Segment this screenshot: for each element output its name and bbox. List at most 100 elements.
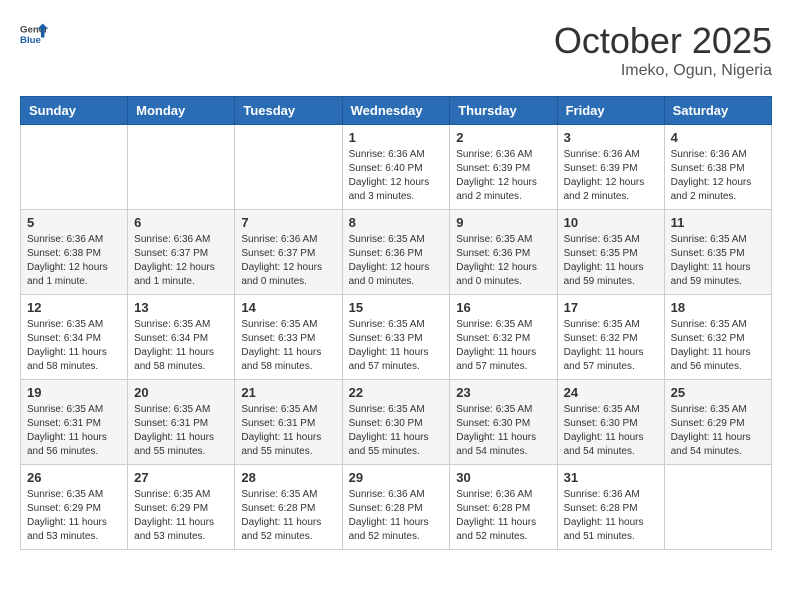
calendar-cell — [664, 465, 771, 550]
col-header-friday: Friday — [557, 97, 664, 125]
calendar-cell — [235, 125, 342, 210]
day-number: 3 — [564, 130, 658, 145]
day-number: 1 — [349, 130, 444, 145]
day-number: 5 — [27, 215, 121, 230]
day-info: Sunrise: 6:35 AM Sunset: 6:30 PM Dayligh… — [349, 403, 444, 459]
day-number: 4 — [671, 130, 765, 145]
col-header-sunday: Sunday — [21, 97, 128, 125]
calendar-cell: 13 Sunrise: 6:35 AM Sunset: 6:34 PM Dayli… — [128, 295, 235, 380]
day-number: 29 — [349, 470, 444, 485]
day-info: Sunrise: 6:35 AM Sunset: 6:32 PM Dayligh… — [671, 318, 765, 374]
day-info: Sunrise: 6:36 AM Sunset: 6:40 PM Dayligh… — [349, 148, 444, 204]
day-number: 13 — [134, 300, 228, 315]
day-info: Sunrise: 6:36 AM Sunset: 6:37 PM Dayligh… — [134, 233, 228, 289]
calendar-table: SundayMondayTuesdayWednesdayThursdayFrid… — [20, 96, 772, 550]
svg-text:Blue: Blue — [20, 35, 41, 46]
day-number: 14 — [241, 300, 335, 315]
day-info: Sunrise: 6:36 AM Sunset: 6:28 PM Dayligh… — [349, 488, 444, 544]
day-info: Sunrise: 6:35 AM Sunset: 6:33 PM Dayligh… — [349, 318, 444, 374]
day-number: 23 — [456, 385, 550, 400]
calendar-cell: 29 Sunrise: 6:36 AM Sunset: 6:28 PM Dayli… — [342, 465, 450, 550]
calendar-cell: 3 Sunrise: 6:36 AM Sunset: 6:39 PM Daylig… — [557, 125, 664, 210]
day-info: Sunrise: 6:35 AM Sunset: 6:29 PM Dayligh… — [27, 488, 121, 544]
calendar-cell — [128, 125, 235, 210]
day-number: 11 — [671, 215, 765, 230]
day-info: Sunrise: 6:36 AM Sunset: 6:39 PM Dayligh… — [564, 148, 658, 204]
day-info: Sunrise: 6:36 AM Sunset: 6:28 PM Dayligh… — [456, 488, 550, 544]
title-block: October 2025 Imeko, Ogun, Nigeria — [554, 20, 772, 80]
calendar-cell: 1 Sunrise: 6:36 AM Sunset: 6:40 PM Daylig… — [342, 125, 450, 210]
day-number: 8 — [349, 215, 444, 230]
calendar-cell: 8 Sunrise: 6:35 AM Sunset: 6:36 PM Daylig… — [342, 210, 450, 295]
day-info: Sunrise: 6:35 AM Sunset: 6:32 PM Dayligh… — [456, 318, 550, 374]
day-number: 19 — [27, 385, 121, 400]
calendar-cell: 31Sunrise: 6:36 AM Sunset: 6:28 PM Dayli… — [557, 465, 664, 550]
day-info: Sunrise: 6:35 AM Sunset: 6:34 PM Dayligh… — [27, 318, 121, 374]
calendar-cell: 14 Sunrise: 6:35 AM Sunset: 6:33 PM Dayli… — [235, 295, 342, 380]
day-number: 20 — [134, 385, 228, 400]
calendar-cell: 10Sunrise: 6:35 AM Sunset: 6:35 PM Dayli… — [557, 210, 664, 295]
calendar-cell: 7 Sunrise: 6:36 AM Sunset: 6:37 PM Daylig… — [235, 210, 342, 295]
calendar-cell: 15 Sunrise: 6:35 AM Sunset: 6:33 PM Dayli… — [342, 295, 450, 380]
day-number: 16 — [456, 300, 550, 315]
day-info: Sunrise: 6:35 AM Sunset: 6:32 PM Dayligh… — [564, 318, 658, 374]
day-number: 27 — [134, 470, 228, 485]
col-header-wednesday: Wednesday — [342, 97, 450, 125]
calendar-week-3: 12 Sunrise: 6:35 AM Sunset: 6:34 PM Dayli… — [21, 295, 772, 380]
location: Imeko, Ogun, Nigeria — [554, 62, 772, 80]
day-number: 24 — [564, 385, 658, 400]
day-number: 9 — [456, 215, 550, 230]
calendar-cell: 21 Sunrise: 6:35 AM Sunset: 6:31 PM Dayli… — [235, 380, 342, 465]
day-info: Sunrise: 6:35 AM Sunset: 6:36 PM Dayligh… — [349, 233, 444, 289]
day-info: Sunrise: 6:35 AM Sunset: 6:34 PM Dayligh… — [134, 318, 228, 374]
day-number: 18 — [671, 300, 765, 315]
day-info: Sunrise: 6:36 AM Sunset: 6:28 PM Dayligh… — [564, 488, 658, 544]
calendar-cell: 18 Sunrise: 6:35 AM Sunset: 6:32 PM Dayli… — [664, 295, 771, 380]
calendar-cell: 25Sunrise: 6:35 AM Sunset: 6:29 PM Dayli… — [664, 380, 771, 465]
day-number: 6 — [134, 215, 228, 230]
day-number: 26 — [27, 470, 121, 485]
day-info: Sunrise: 6:35 AM Sunset: 6:29 PM Dayligh… — [671, 403, 765, 459]
day-number: 10 — [564, 215, 658, 230]
day-info: Sunrise: 6:35 AM Sunset: 6:30 PM Dayligh… — [564, 403, 658, 459]
day-number: 17 — [564, 300, 658, 315]
col-header-tuesday: Tuesday — [235, 97, 342, 125]
day-number: 7 — [241, 215, 335, 230]
day-info: Sunrise: 6:35 AM Sunset: 6:31 PM Dayligh… — [134, 403, 228, 459]
day-number: 21 — [241, 385, 335, 400]
calendar-cell: 24 Sunrise: 6:35 AM Sunset: 6:30 PM Dayli… — [557, 380, 664, 465]
day-info: Sunrise: 6:36 AM Sunset: 6:38 PM Dayligh… — [27, 233, 121, 289]
page-header: General Blue October 2025 Imeko, Ogun, N… — [20, 20, 772, 80]
logo-icon: General Blue — [20, 20, 48, 48]
day-info: Sunrise: 6:35 AM Sunset: 6:35 PM Dayligh… — [671, 233, 765, 289]
calendar-week-2: 5 Sunrise: 6:36 AM Sunset: 6:38 PM Daylig… — [21, 210, 772, 295]
col-header-monday: Monday — [128, 97, 235, 125]
month-title: October 2025 — [554, 20, 772, 62]
calendar-header-row: SundayMondayTuesdayWednesdayThursdayFrid… — [21, 97, 772, 125]
calendar-cell: 28 Sunrise: 6:35 AM Sunset: 6:28 PM Dayli… — [235, 465, 342, 550]
day-number: 22 — [349, 385, 444, 400]
calendar-cell: 6 Sunrise: 6:36 AM Sunset: 6:37 PM Daylig… — [128, 210, 235, 295]
calendar-cell: 16 Sunrise: 6:35 AM Sunset: 6:32 PM Dayli… — [450, 295, 557, 380]
day-number: 2 — [456, 130, 550, 145]
day-number: 28 — [241, 470, 335, 485]
day-info: Sunrise: 6:36 AM Sunset: 6:38 PM Dayligh… — [671, 148, 765, 204]
calendar-cell: 11 Sunrise: 6:35 AM Sunset: 6:35 PM Dayli… — [664, 210, 771, 295]
calendar-week-5: 26 Sunrise: 6:35 AM Sunset: 6:29 PM Dayli… — [21, 465, 772, 550]
day-info: Sunrise: 6:35 AM Sunset: 6:33 PM Dayligh… — [241, 318, 335, 374]
calendar-cell: 27Sunrise: 6:35 AM Sunset: 6:29 PM Dayli… — [128, 465, 235, 550]
calendar-cell: 9 Sunrise: 6:35 AM Sunset: 6:36 PM Daylig… — [450, 210, 557, 295]
day-info: Sunrise: 6:36 AM Sunset: 6:37 PM Dayligh… — [241, 233, 335, 289]
day-number: 12 — [27, 300, 121, 315]
calendar-cell: 4 Sunrise: 6:36 AM Sunset: 6:38 PM Daylig… — [664, 125, 771, 210]
calendar-cell: 23Sunrise: 6:35 AM Sunset: 6:30 PM Dayli… — [450, 380, 557, 465]
calendar-cell: 30Sunrise: 6:36 AM Sunset: 6:28 PM Dayli… — [450, 465, 557, 550]
calendar-week-4: 19 Sunrise: 6:35 AM Sunset: 6:31 PM Dayli… — [21, 380, 772, 465]
calendar-week-1: 1 Sunrise: 6:36 AM Sunset: 6:40 PM Daylig… — [21, 125, 772, 210]
day-number: 15 — [349, 300, 444, 315]
calendar-cell: 5 Sunrise: 6:36 AM Sunset: 6:38 PM Daylig… — [21, 210, 128, 295]
day-info: Sunrise: 6:35 AM Sunset: 6:31 PM Dayligh… — [27, 403, 121, 459]
day-info: Sunrise: 6:35 AM Sunset: 6:28 PM Dayligh… — [241, 488, 335, 544]
day-info: Sunrise: 6:35 AM Sunset: 6:36 PM Dayligh… — [456, 233, 550, 289]
day-info: Sunrise: 6:35 AM Sunset: 6:31 PM Dayligh… — [241, 403, 335, 459]
